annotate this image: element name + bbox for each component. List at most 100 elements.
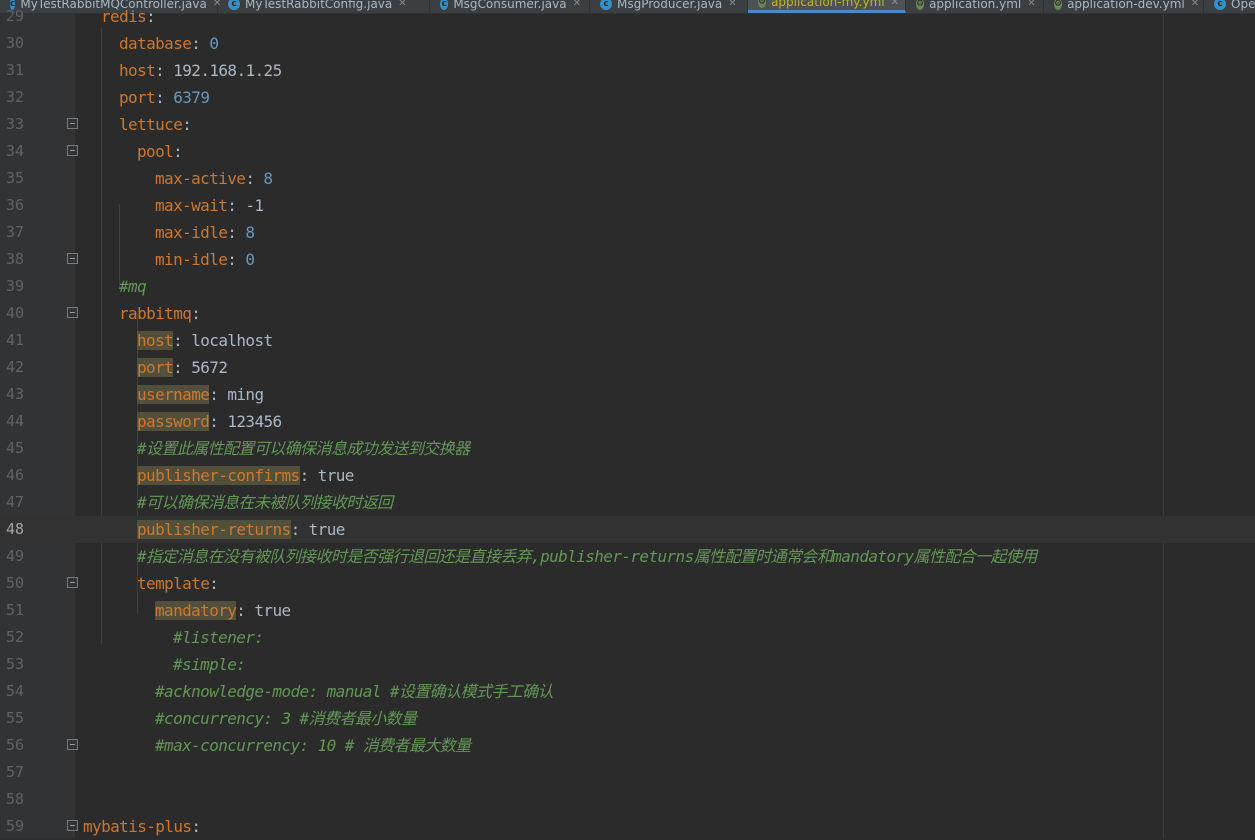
yaml-separator: : <box>245 169 264 188</box>
code-line[interactable]: 42 port: 5672 <box>0 354 1255 381</box>
yaml-separator: : <box>191 34 210 53</box>
code-line[interactable]: 52 #listener: <box>0 624 1255 651</box>
fold-toggle-icon[interactable] <box>67 253 78 264</box>
code-text: #concurrency: 3 #消费者最小数量 <box>155 705 417 732</box>
code-text: username: ming <box>137 381 264 408</box>
code-line[interactable]: 37 max-idle: 8 <box>0 219 1255 246</box>
line-number: 56 <box>5 736 24 754</box>
code-editor[interactable]: 29 redis: 30 database: 0 31 host: 192.168.1.2… <box>0 7 1255 840</box>
line-number: 32 <box>5 88 24 106</box>
code-line[interactable]: 33 lettuce: <box>0 111 1255 138</box>
yaml-string-value: 123456 <box>227 412 282 431</box>
yaml-number-value: 0 <box>209 34 219 53</box>
yaml-separator: : <box>146 7 156 26</box>
yaml-comment: #设置此属性配置可以确保消息成功发送到交换器 <box>137 439 470 458</box>
code-text: database: 0 <box>119 30 219 57</box>
code-line[interactable]: 59 mybatis-plus: <box>0 813 1255 840</box>
yaml-string-value: localhost <box>191 331 273 350</box>
yaml-separator: : <box>209 574 219 593</box>
yaml-key: redis <box>101 7 147 26</box>
code-line[interactable]: 54 #acknowledge-mode: manual #设置确认模式手工确认 <box>0 678 1255 705</box>
code-line[interactable]: 49 #指定消息在没有被队列接收时是否强行退回还是直接丢弃,publisher-r… <box>0 543 1255 570</box>
code-text: port: 5672 <box>137 354 228 381</box>
yaml-string-value: ming <box>227 385 264 404</box>
yaml-separator: : <box>173 142 183 161</box>
line-number: 54 <box>5 682 24 700</box>
code-line[interactable]: 58 <box>0 786 1255 813</box>
code-text: #max-concurrency: 10 # 消费者最大数量 <box>155 732 471 759</box>
fold-toggle-icon[interactable] <box>67 739 78 750</box>
yaml-key: pool <box>137 142 174 161</box>
code-line[interactable]: 53 #simple: <box>0 651 1255 678</box>
code-line[interactable]: 36 max-wait: -1 <box>0 192 1255 219</box>
code-line[interactable]: 57 <box>0 759 1255 786</box>
code-line[interactable]: 35 max-active: 8 <box>0 165 1255 192</box>
yaml-key: database <box>119 34 192 53</box>
code-line[interactable]: 40 rabbitmq: <box>0 300 1255 327</box>
code-text: redis: <box>101 3 156 30</box>
yaml-comment: #acknowledge-mode: manual #设置确认模式手工确认 <box>155 682 553 701</box>
code-line[interactable]: 48 publisher-returns: true <box>0 516 1255 543</box>
code-line[interactable]: 47 #可以确保消息在未被队列接收时返回 <box>0 489 1255 516</box>
code-text: pool: <box>137 138 183 165</box>
fold-toggle-icon[interactable] <box>67 307 78 318</box>
code-line[interactable]: 32 port: 6379 <box>0 84 1255 111</box>
yaml-number-value: 0 <box>245 250 255 269</box>
line-number: 48 <box>5 520 24 538</box>
fold-toggle-icon[interactable] <box>67 820 78 831</box>
yaml-key: host <box>119 61 156 80</box>
line-number: 43 <box>5 385 24 403</box>
code-text: host: localhost <box>137 327 273 354</box>
code-line[interactable]: 50 template: <box>0 570 1255 597</box>
line-number: 29 <box>5 7 24 25</box>
yaml-comment: #max-concurrency: 10 # 消费者最大数量 <box>155 736 471 755</box>
code-line[interactable]: 34 pool: <box>0 138 1255 165</box>
line-number: 44 <box>5 412 24 430</box>
fold-toggle-icon[interactable] <box>67 145 78 156</box>
code-line[interactable]: 41 host: localhost <box>0 327 1255 354</box>
code-line[interactable]: 38 min-idle: 0 <box>0 246 1255 273</box>
code-text: #listener: <box>173 624 264 651</box>
line-number: 52 <box>5 628 24 646</box>
yaml-separator: : <box>182 115 192 134</box>
code-line[interactable]: 43 username: ming <box>0 381 1255 408</box>
yaml-separator: : <box>236 601 255 620</box>
fold-toggle-icon[interactable] <box>67 577 78 588</box>
code-line[interactable]: 45 #设置此属性配置可以确保消息成功发送到交换器 <box>0 435 1255 462</box>
yaml-key: port <box>137 358 174 377</box>
code-line[interactable]: 56 #max-concurrency: 10 # 消费者最大数量 <box>0 732 1255 759</box>
yaml-key: lettuce <box>119 115 183 134</box>
yaml-string-value: 5672 <box>191 358 228 377</box>
line-number: 47 <box>5 493 24 511</box>
code-line[interactable]: 55 #concurrency: 3 #消费者最小数量 <box>0 705 1255 732</box>
yaml-number-value: 6379 <box>173 88 210 107</box>
yaml-separator: : <box>290 520 309 539</box>
code-line[interactable]: 39 #mq <box>0 273 1255 300</box>
code-text: max-active: 8 <box>155 165 273 192</box>
code-line[interactable]: 29 redis: <box>0 3 1255 30</box>
yaml-key: template <box>137 574 210 593</box>
code-line[interactable]: 51 mandatory: true <box>0 597 1255 624</box>
code-text: lettuce: <box>119 111 192 138</box>
line-number: 53 <box>5 655 24 673</box>
code-line[interactable]: 31 host: 192.168.1.25 <box>0 57 1255 84</box>
line-number: 42 <box>5 358 24 376</box>
yaml-key: port <box>119 88 156 107</box>
line-number: 57 <box>5 763 24 781</box>
fold-toggle-icon[interactable] <box>67 118 78 129</box>
yaml-string-value: 192.168.1.25 <box>173 61 282 80</box>
code-text: max-idle: 8 <box>155 219 255 246</box>
yaml-key: password <box>137 412 210 431</box>
code-line[interactable]: 30 database: 0 <box>0 30 1255 57</box>
line-number: 55 <box>5 709 24 727</box>
yaml-comment: #simple: <box>173 655 246 674</box>
yaml-separator: : <box>173 358 192 377</box>
line-number: 50 <box>5 574 24 592</box>
line-number: 31 <box>5 61 24 79</box>
code-text: max-wait: -1 <box>155 192 264 219</box>
code-line[interactable]: 44 password: 123456 <box>0 408 1255 435</box>
yaml-comment: #mq <box>119 277 147 296</box>
line-number: 39 <box>5 277 24 295</box>
yaml-key: min-idle <box>155 250 228 269</box>
code-line[interactable]: 46 publisher-confirms: true <box>0 462 1255 489</box>
